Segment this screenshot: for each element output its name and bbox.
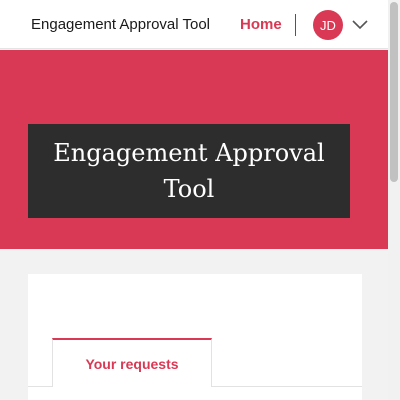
top-header: Engagement Approval Tool Home JD	[0, 0, 388, 49]
hero-title: Engagement Approval Tool	[53, 139, 325, 203]
scrollbar-thumb[interactable]	[390, 2, 398, 182]
app-title[interactable]: Engagement Approval Tool	[31, 16, 210, 33]
chevron-down-icon[interactable]	[351, 17, 369, 31]
hero-title-box: Engagement Approval Tool	[28, 124, 350, 218]
tab-your-requests[interactable]: Your requests	[52, 338, 212, 387]
hero-banner: Engagement Approval Tool	[0, 50, 388, 249]
nav-divider	[295, 14, 296, 36]
user-avatar[interactable]: JD	[313, 10, 343, 40]
nav-home-link[interactable]: Home	[240, 16, 282, 33]
requests-card: Your requests	[28, 274, 362, 400]
